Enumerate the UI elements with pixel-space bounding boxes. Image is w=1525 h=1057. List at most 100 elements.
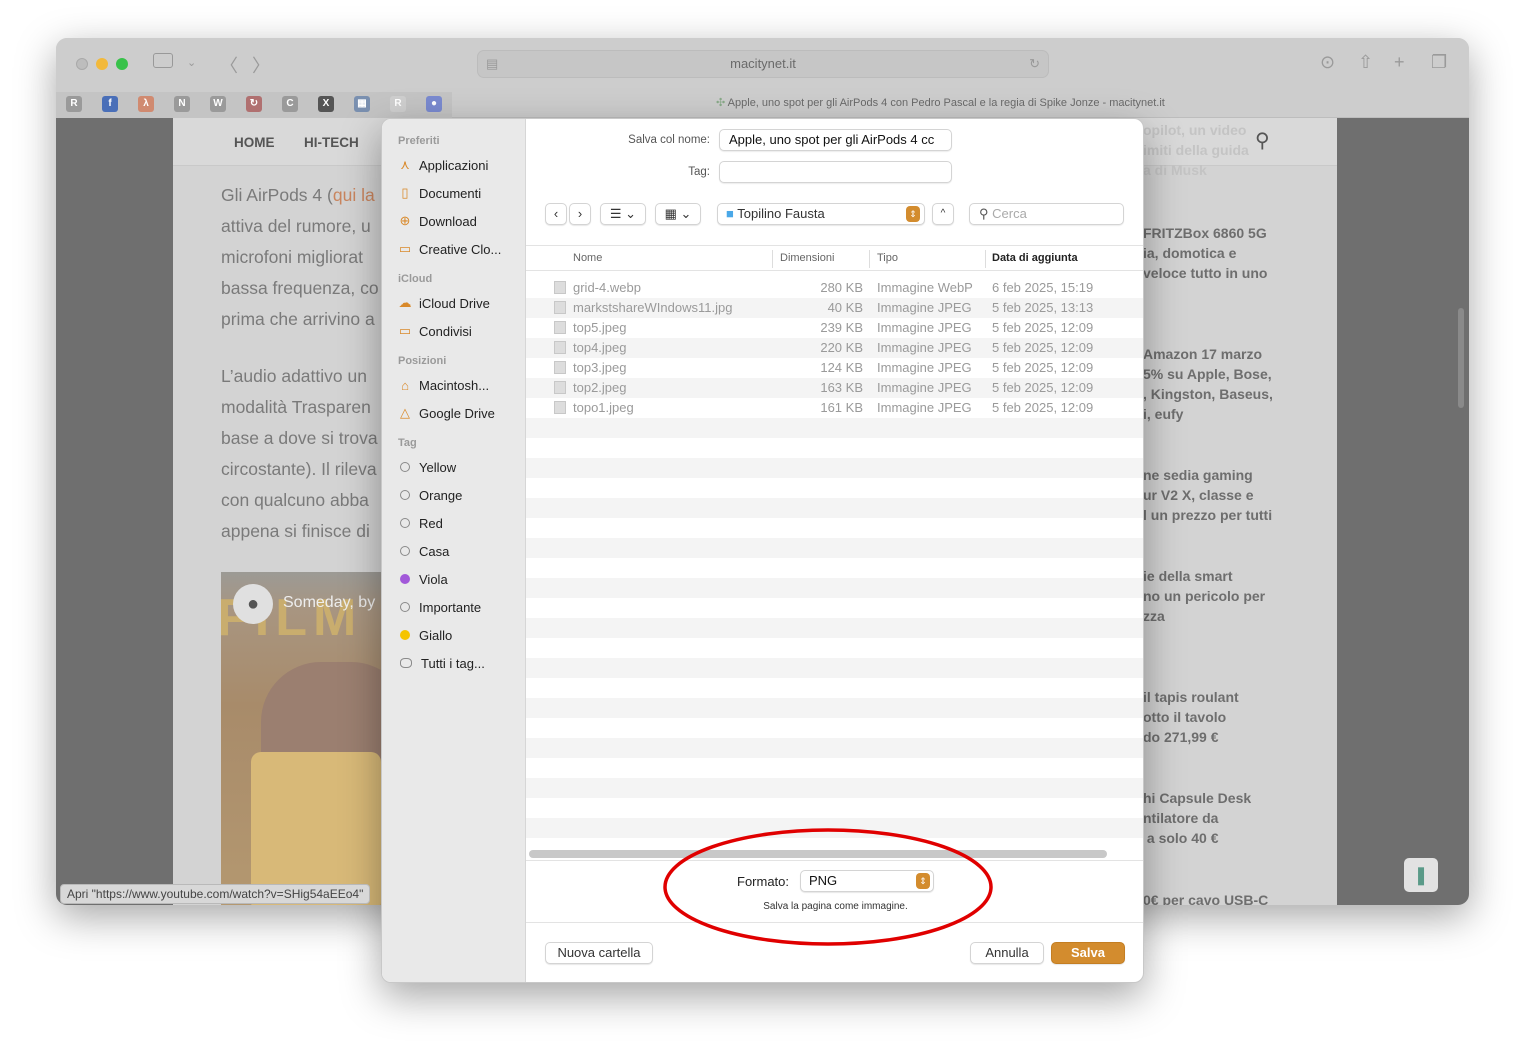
scroll-top-button[interactable]: ❚ bbox=[1404, 858, 1438, 892]
page-scrollbar[interactable] bbox=[1458, 308, 1464, 408]
video-title: Someday, by bbox=[283, 594, 376, 611]
sidebar-section-title: iCloud bbox=[398, 273, 433, 285]
favorite-1-icon[interactable]: f bbox=[102, 96, 118, 112]
sidebar-article-link[interactable]: il tapis roulant otto il tavolo do 271,9… bbox=[1143, 687, 1239, 747]
sidebar-item-importante[interactable]: Importante bbox=[398, 597, 522, 617]
sidebar-item-icloud-drive[interactable]: ☁ iCloud Drive bbox=[398, 293, 522, 313]
article-line: attiva del rumore, u bbox=[221, 216, 371, 236]
file-row[interactable]: grid-4.webp 280 KB Immagine WebP 6 feb 2025… bbox=[526, 278, 1143, 298]
forward-button[interactable]: › bbox=[569, 203, 591, 225]
file-row[interactable]: topo1.jpeg 161 KB Immagine JPEG 5 feb 2025,… bbox=[526, 398, 1143, 418]
sidebar-article-link[interactable]: ne sedia gaming ur V2 X, classe e l un p… bbox=[1143, 465, 1272, 525]
file-row[interactable]: top2.jpeg 163 KB Immagine JPEG 5 feb 2025, … bbox=[526, 378, 1143, 398]
sidebar-toggle-icon[interactable] bbox=[153, 53, 173, 68]
back-button[interactable]: ‹ bbox=[545, 203, 567, 225]
sidebar-article-link[interactable]: opilot, un video imiti della guida a di … bbox=[1143, 120, 1249, 180]
favorite-4-icon[interactable]: W bbox=[210, 96, 226, 112]
favorite-10-icon[interactable]: ● bbox=[426, 96, 442, 112]
sidebar-article-link[interactable]: FRITZBox 6860 5G ia, domotica e veloce t… bbox=[1143, 223, 1267, 283]
column-date-added[interactable]: Data di aggiunta bbox=[992, 252, 1078, 264]
address-bar[interactable]: ▤ macitynet.it ↻ bbox=[477, 50, 1049, 78]
column-size[interactable]: Dimensioni bbox=[780, 252, 834, 264]
sidebar-item-applicazioni[interactable]: ⋏ Applicazioni bbox=[398, 155, 522, 175]
sidebar-item-label: Giallo bbox=[419, 627, 453, 643]
sidebar-item-orange[interactable]: Orange bbox=[398, 485, 522, 505]
download-icon[interactable]: ⊙ bbox=[1320, 52, 1335, 73]
sidebar-item-creative-clo[interactable]: ▭ Creative Clo... bbox=[398, 239, 522, 259]
sidebar-item-red[interactable]: Red bbox=[398, 513, 522, 533]
close-button[interactable] bbox=[76, 58, 88, 70]
favorite-2-icon[interactable]: λ bbox=[138, 96, 154, 112]
grid-view-button[interactable]: ▦ ⌄ bbox=[655, 203, 701, 225]
save-button[interactable]: Salva bbox=[1051, 942, 1125, 964]
favorite-9-icon[interactable]: R bbox=[390, 96, 406, 112]
search-field[interactable]: ⚲ Cerca bbox=[969, 203, 1124, 225]
file-type: Immagine WebP bbox=[877, 280, 973, 295]
favorite-6-icon[interactable]: C bbox=[282, 96, 298, 112]
tab-overview-icon[interactable]: ❐ bbox=[1431, 52, 1447, 73]
sidebar-article-link[interactable]: hi Capsule Desk ntilatore da a solo 40 € bbox=[1143, 788, 1251, 848]
sidebar-item-viola[interactable]: Viola bbox=[398, 569, 522, 589]
search-placeholder: Cerca bbox=[992, 206, 1027, 221]
sidebar-item-download[interactable]: ⊕ Download bbox=[398, 211, 522, 231]
search-icon: ⚲ bbox=[979, 206, 993, 221]
article-link[interactable]: qui la bbox=[333, 185, 375, 205]
favorite-3-icon[interactable]: N bbox=[174, 96, 190, 112]
file-name: top2.jpeg bbox=[573, 380, 627, 395]
file-row[interactable]: markstshareWIndows11.jpg 40 KB Immagine JP… bbox=[526, 298, 1143, 318]
sidebar-item-macintosh[interactable]: ⌂ Macintosh... bbox=[398, 375, 522, 395]
favorite-0-icon[interactable]: R bbox=[66, 96, 82, 112]
tab-title[interactable]: ✣ Apple, uno spot per gli AirPods 4 con … bbox=[716, 96, 1165, 109]
file-size: 239 KB bbox=[820, 320, 863, 335]
expand-collapse-button[interactable]: ^ bbox=[932, 203, 954, 225]
back-icon[interactable]: 〈 bbox=[220, 52, 238, 78]
new-tab-icon[interactable]: + bbox=[1394, 52, 1405, 73]
column-type[interactable]: Tipo bbox=[877, 252, 898, 264]
sidebar-item-giallo[interactable]: Giallo bbox=[398, 625, 522, 645]
article-line: Gli AirPods 4 (qui la bbox=[221, 185, 375, 205]
image-file-icon bbox=[554, 341, 566, 354]
sidebar-item-tutti-i-tag[interactable]: Tutti i tag... bbox=[398, 653, 522, 673]
location-popup[interactable]: ■ Topilino Fausta ⇕ bbox=[717, 203, 925, 225]
filename-input[interactable]: Apple, uno spot per gli AirPods 4 cc bbox=[719, 129, 952, 151]
sidebar-item-condivisi[interactable]: ▭ Condivisi bbox=[398, 321, 522, 341]
video-embed[interactable]: FILM ● Someday, by bbox=[221, 572, 381, 905]
empty-row bbox=[526, 678, 1143, 698]
nav-hi-tech[interactable]: HI-TECH bbox=[304, 135, 359, 150]
sidebar-item-yellow[interactable]: Yellow bbox=[398, 457, 522, 477]
column-name[interactable]: Nome bbox=[573, 252, 602, 264]
file-row[interactable]: top5.jpeg 239 KB Immagine JPEG 5 feb 2025, … bbox=[526, 318, 1143, 338]
file-size: 220 KB bbox=[820, 340, 863, 355]
new-folder-button[interactable]: Nuova cartella bbox=[545, 942, 653, 964]
sidebar-article-link[interactable]: Amazon 17 marzo 5% su Apple, Bose, , Kin… bbox=[1143, 344, 1273, 424]
sidebar-item-casa[interactable]: Casa bbox=[398, 541, 522, 561]
chevron-down-icon[interactable]: ⌄ bbox=[187, 56, 196, 69]
forward-icon[interactable]: 〉 bbox=[252, 52, 270, 78]
minimize-button[interactable] bbox=[96, 58, 108, 70]
sidebar-item-label: Tutti i tag... bbox=[421, 655, 485, 671]
empty-row bbox=[526, 698, 1143, 718]
empty-row bbox=[526, 778, 1143, 798]
favorite-5-icon[interactable]: ↻ bbox=[246, 96, 262, 112]
share-icon[interactable]: ⇧ bbox=[1358, 52, 1373, 73]
favorite-7-icon[interactable]: X bbox=[318, 96, 334, 112]
file-row[interactable]: top3.jpeg 124 KB Immagine JPEG 5 feb 2025, … bbox=[526, 358, 1143, 378]
reload-icon[interactable]: ↻ bbox=[1029, 51, 1040, 77]
favorite-8-icon[interactable]: ▦ bbox=[354, 96, 370, 112]
sidebar-item-google-drive[interactable]: △ Google Drive bbox=[398, 403, 522, 423]
search-icon[interactable]: ⚲ bbox=[1255, 128, 1270, 153]
sidebar-item-documenti[interactable]: ▯ Documenti bbox=[398, 183, 522, 203]
cancel-button[interactable]: Annulla bbox=[970, 942, 1044, 964]
empty-row bbox=[526, 458, 1143, 478]
nav-home[interactable]: HOME bbox=[234, 135, 275, 150]
file-row[interactable]: top4.jpeg 220 KB Immagine JPEG 5 feb 2025, … bbox=[526, 338, 1143, 358]
sidebar-article-link[interactable]: 0€ per cavo USB-C bbox=[1143, 890, 1268, 905]
zoom-button[interactable] bbox=[116, 58, 128, 70]
tag-dot-icon bbox=[400, 602, 410, 612]
tag-dot-icon bbox=[400, 462, 410, 472]
article-line: con qualcuno abba bbox=[221, 490, 369, 510]
list-view-button[interactable]: ☰ ⌄ bbox=[600, 203, 646, 225]
tag-input[interactable] bbox=[719, 161, 952, 183]
sidebar-article-link[interactable]: ie della smart no un pericolo per zza bbox=[1143, 566, 1265, 626]
url-text: macitynet.it bbox=[730, 56, 796, 71]
